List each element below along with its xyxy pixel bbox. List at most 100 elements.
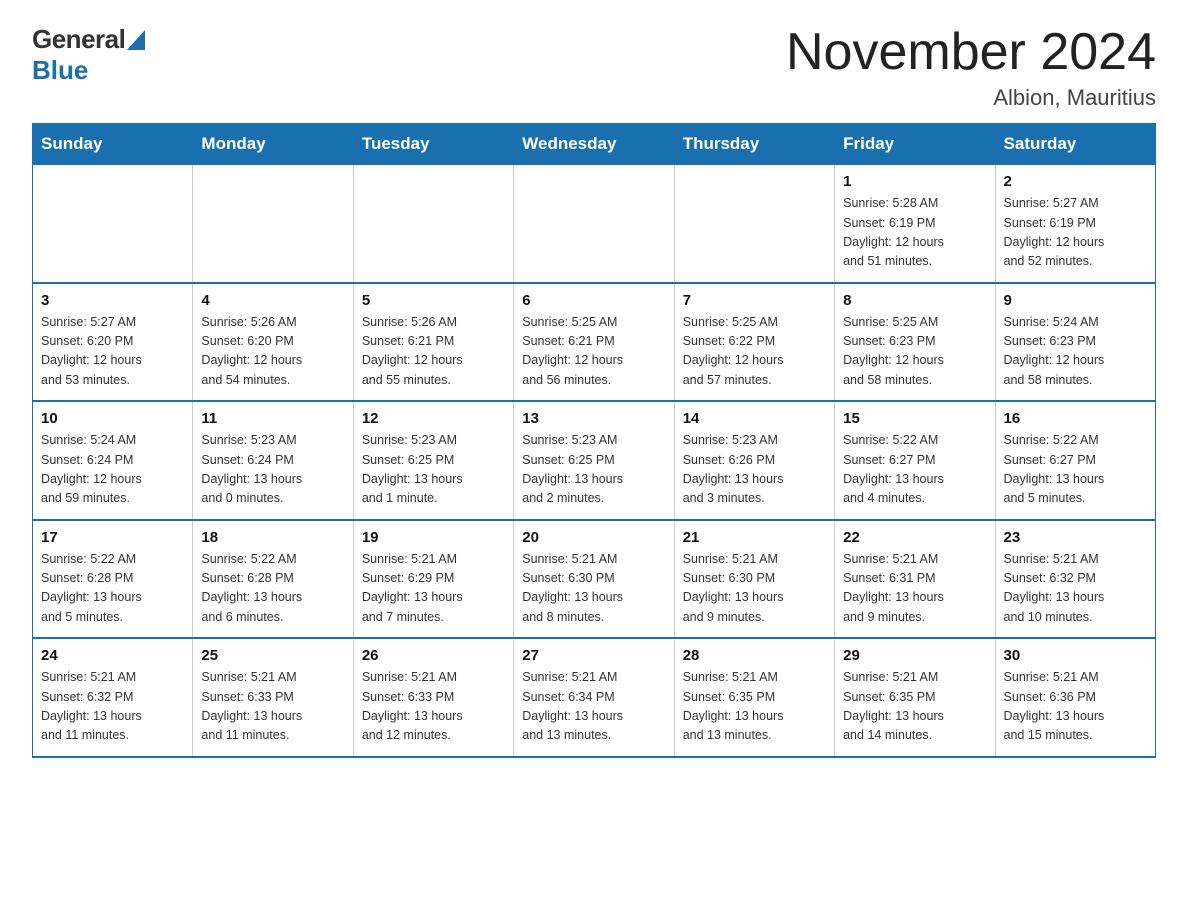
day-number: 28 <box>683 647 826 664</box>
calendar-cell: 8 Sunrise: 5:25 AM Sunset: 6:23 PM Daylig… <box>835 283 995 402</box>
calendar-cell <box>514 165 674 283</box>
weekday-header-saturday: Saturday <box>995 124 1155 165</box>
weekday-header-sunday: Sunday <box>33 124 193 165</box>
weekday-header-tuesday: Tuesday <box>353 124 513 165</box>
day-info: Sunrise: 5:21 AM Sunset: 6:30 PM Dayligh… <box>522 550 665 628</box>
day-info: Sunrise: 5:23 AM Sunset: 6:24 PM Dayligh… <box>201 431 344 509</box>
calendar-cell: 1Sunrise: 5:28 AM Sunset: 6:19 PM Daylig… <box>835 165 995 283</box>
calendar-cell: 2 Sunrise: 5:27 AM Sunset: 6:19 PM Daylig… <box>995 165 1155 283</box>
calendar-cell <box>193 165 353 283</box>
day-number: 12 <box>362 410 505 427</box>
day-info: Sunrise: 5:22 AM Sunset: 6:27 PM Dayligh… <box>1004 431 1147 509</box>
day-number: 2 <box>1004 173 1147 190</box>
calendar-cell: 3 Sunrise: 5:27 AM Sunset: 6:20 PM Daylig… <box>33 283 193 402</box>
calendar-cell: 27Sunrise: 5:21 AM Sunset: 6:34 PM Dayli… <box>514 638 674 757</box>
day-number: 7 <box>683 292 826 309</box>
weekday-header-wednesday: Wednesday <box>514 124 674 165</box>
day-info: Sunrise: 5:22 AM Sunset: 6:27 PM Dayligh… <box>843 431 986 509</box>
day-info: Sunrise: 5:21 AM Sunset: 6:29 PM Dayligh… <box>362 550 505 628</box>
calendar-cell <box>674 165 834 283</box>
calendar-cell: 23 Sunrise: 5:21 AM Sunset: 6:32 PM Dayli… <box>995 520 1155 639</box>
day-number: 25 <box>201 647 344 664</box>
calendar-cell: 10 Sunrise: 5:24 AM Sunset: 6:24 PM Dayli… <box>33 401 193 520</box>
calendar-cell: 26 Sunrise: 5:21 AM Sunset: 6:33 PM Dayli… <box>353 638 513 757</box>
calendar-cell: 19 Sunrise: 5:21 AM Sunset: 6:29 PM Dayli… <box>353 520 513 639</box>
day-number: 19 <box>362 529 505 546</box>
day-info: Sunrise: 5:23 AM Sunset: 6:25 PM Dayligh… <box>362 431 505 509</box>
calendar-cell: 16 Sunrise: 5:22 AM Sunset: 6:27 PM Dayli… <box>995 401 1155 520</box>
day-number: 3 <box>41 292 184 309</box>
day-number: 26 <box>362 647 505 664</box>
calendar-cell: 20Sunrise: 5:21 AM Sunset: 6:30 PM Dayli… <box>514 520 674 639</box>
week-row-4: 17 Sunrise: 5:22 AM Sunset: 6:28 PM Dayli… <box>33 520 1156 639</box>
day-number: 6 <box>522 292 665 309</box>
calendar-cell <box>33 165 193 283</box>
day-number: 29 <box>843 647 986 664</box>
day-info: Sunrise: 5:27 AM Sunset: 6:20 PM Dayligh… <box>41 313 184 391</box>
day-info: Sunrise: 5:21 AM Sunset: 6:36 PM Dayligh… <box>1004 668 1147 746</box>
day-number: 8 <box>843 292 986 309</box>
calendar-cell: 30Sunrise: 5:21 AM Sunset: 6:36 PM Dayli… <box>995 638 1155 757</box>
day-info: Sunrise: 5:21 AM Sunset: 6:32 PM Dayligh… <box>1004 550 1147 628</box>
calendar-cell: 5 Sunrise: 5:26 AM Sunset: 6:21 PM Daylig… <box>353 283 513 402</box>
calendar-cell: 14 Sunrise: 5:23 AM Sunset: 6:26 PM Dayli… <box>674 401 834 520</box>
day-number: 21 <box>683 529 826 546</box>
day-info: Sunrise: 5:21 AM Sunset: 6:35 PM Dayligh… <box>843 668 986 746</box>
day-number: 22 <box>843 529 986 546</box>
calendar-title: November 2024 <box>786 24 1156 81</box>
day-info: Sunrise: 5:26 AM Sunset: 6:21 PM Dayligh… <box>362 313 505 391</box>
calendar-cell: 7 Sunrise: 5:25 AM Sunset: 6:22 PM Daylig… <box>674 283 834 402</box>
day-info: Sunrise: 5:21 AM Sunset: 6:33 PM Dayligh… <box>201 668 344 746</box>
logo-general-text: General <box>32 24 125 55</box>
calendar-cell: 11 Sunrise: 5:23 AM Sunset: 6:24 PM Dayli… <box>193 401 353 520</box>
week-row-1: 1Sunrise: 5:28 AM Sunset: 6:19 PM Daylig… <box>33 165 1156 283</box>
day-info: Sunrise: 5:22 AM Sunset: 6:28 PM Dayligh… <box>41 550 184 628</box>
page-header: General Blue November 2024 Albion, Mauri… <box>32 24 1156 111</box>
day-info: Sunrise: 5:21 AM Sunset: 6:34 PM Dayligh… <box>522 668 665 746</box>
calendar-cell: 22 Sunrise: 5:21 AM Sunset: 6:31 PM Dayli… <box>835 520 995 639</box>
day-info: Sunrise: 5:24 AM Sunset: 6:24 PM Dayligh… <box>41 431 184 509</box>
calendar-cell: 21Sunrise: 5:21 AM Sunset: 6:30 PM Dayli… <box>674 520 834 639</box>
day-number: 18 <box>201 529 344 546</box>
day-number: 17 <box>41 529 184 546</box>
day-info: Sunrise: 5:25 AM Sunset: 6:22 PM Dayligh… <box>683 313 826 391</box>
day-info: Sunrise: 5:28 AM Sunset: 6:19 PM Dayligh… <box>843 194 986 272</box>
weekday-header-row: SundayMondayTuesdayWednesdayThursdayFrid… <box>33 124 1156 165</box>
day-info: Sunrise: 5:27 AM Sunset: 6:19 PM Dayligh… <box>1004 194 1147 272</box>
day-number: 9 <box>1004 292 1147 309</box>
day-info: Sunrise: 5:25 AM Sunset: 6:21 PM Dayligh… <box>522 313 665 391</box>
calendar-cell: 24 Sunrise: 5:21 AM Sunset: 6:32 PM Dayli… <box>33 638 193 757</box>
day-number: 10 <box>41 410 184 427</box>
weekday-header-friday: Friday <box>835 124 995 165</box>
day-number: 24 <box>41 647 184 664</box>
calendar-cell: 4 Sunrise: 5:26 AM Sunset: 6:20 PM Daylig… <box>193 283 353 402</box>
day-number: 11 <box>201 410 344 427</box>
day-info: Sunrise: 5:23 AM Sunset: 6:26 PM Dayligh… <box>683 431 826 509</box>
calendar-cell <box>353 165 513 283</box>
week-row-3: 10 Sunrise: 5:24 AM Sunset: 6:24 PM Dayli… <box>33 401 1156 520</box>
calendar-subtitle: Albion, Mauritius <box>786 85 1156 111</box>
day-number: 16 <box>1004 410 1147 427</box>
day-number: 4 <box>201 292 344 309</box>
day-number: 13 <box>522 410 665 427</box>
day-info: Sunrise: 5:26 AM Sunset: 6:20 PM Dayligh… <box>201 313 344 391</box>
day-number: 23 <box>1004 529 1147 546</box>
week-row-2: 3 Sunrise: 5:27 AM Sunset: 6:20 PM Daylig… <box>33 283 1156 402</box>
day-info: Sunrise: 5:21 AM Sunset: 6:35 PM Dayligh… <box>683 668 826 746</box>
calendar-cell: 12 Sunrise: 5:23 AM Sunset: 6:25 PM Dayli… <box>353 401 513 520</box>
day-info: Sunrise: 5:21 AM Sunset: 6:31 PM Dayligh… <box>843 550 986 628</box>
day-info: Sunrise: 5:25 AM Sunset: 6:23 PM Dayligh… <box>843 313 986 391</box>
day-info: Sunrise: 5:22 AM Sunset: 6:28 PM Dayligh… <box>201 550 344 628</box>
day-info: Sunrise: 5:23 AM Sunset: 6:25 PM Dayligh… <box>522 431 665 509</box>
calendar-cell: 28 Sunrise: 5:21 AM Sunset: 6:35 PM Dayli… <box>674 638 834 757</box>
weekday-header-thursday: Thursday <box>674 124 834 165</box>
week-row-5: 24 Sunrise: 5:21 AM Sunset: 6:32 PM Dayli… <box>33 638 1156 757</box>
weekday-header-monday: Monday <box>193 124 353 165</box>
day-info: Sunrise: 5:21 AM Sunset: 6:32 PM Dayligh… <box>41 668 184 746</box>
calendar-cell: 13 Sunrise: 5:23 AM Sunset: 6:25 PM Dayli… <box>514 401 674 520</box>
day-number: 14 <box>683 410 826 427</box>
day-number: 15 <box>843 410 986 427</box>
calendar-table: SundayMondayTuesdayWednesdayThursdayFrid… <box>32 123 1156 758</box>
day-info: Sunrise: 5:21 AM Sunset: 6:33 PM Dayligh… <box>362 668 505 746</box>
day-number: 5 <box>362 292 505 309</box>
